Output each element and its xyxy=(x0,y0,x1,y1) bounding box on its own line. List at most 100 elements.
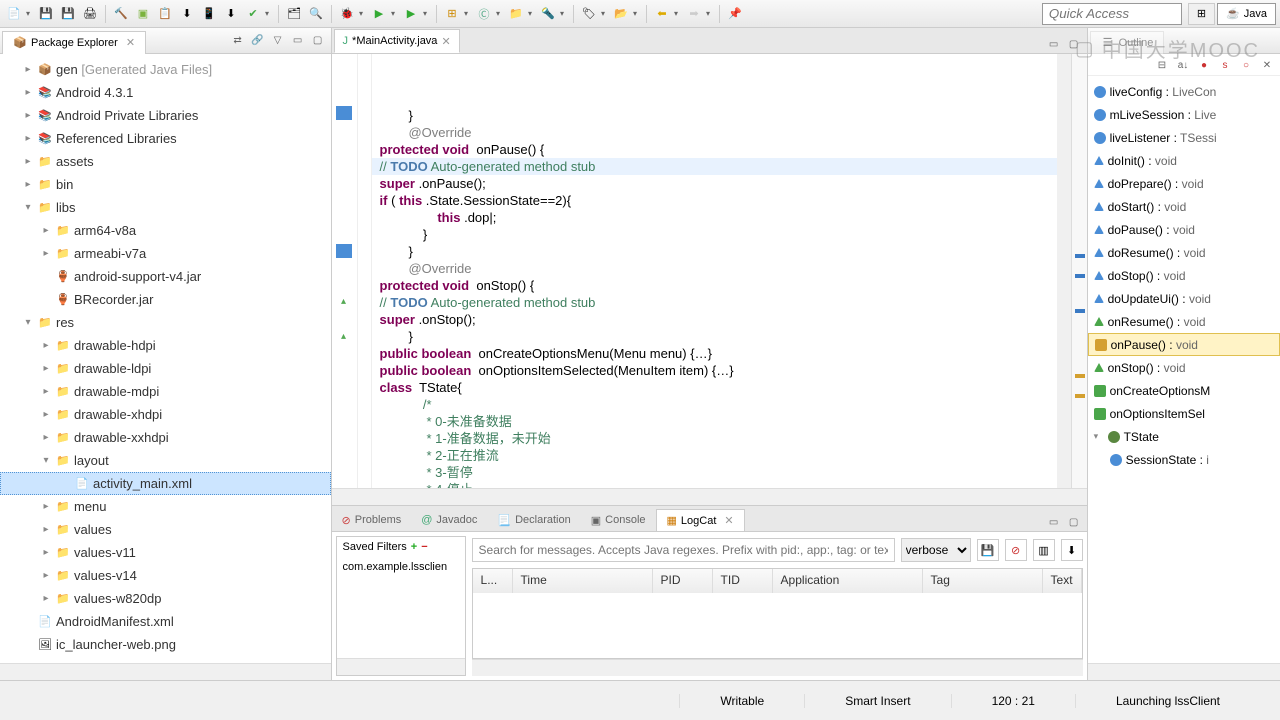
tree-node[interactable]: ▸📁drawable-xxhdpi xyxy=(0,426,331,449)
open-perspective-button[interactable]: ⊞ xyxy=(1188,3,1215,25)
tree-node[interactable]: ▸📁armeabi-v7a xyxy=(0,242,331,265)
hide-local-icon[interactable]: ✕ xyxy=(1258,56,1276,74)
hide-fields-icon[interactable]: ● xyxy=(1195,56,1213,74)
quick-access-input[interactable] xyxy=(1042,3,1182,25)
tree-node[interactable]: 📄AndroidManifest.xml xyxy=(0,610,331,633)
maximize-icon[interactable]: ▢ xyxy=(1065,513,1083,531)
minimize-icon[interactable]: ▭ xyxy=(1045,35,1063,53)
forward-icon[interactable]: ➡ xyxy=(684,4,704,24)
hide-static-icon[interactable]: s xyxy=(1216,56,1234,74)
horizontal-scrollbar[interactable] xyxy=(332,488,1087,505)
logcat-search-input[interactable] xyxy=(472,538,895,562)
col-tag[interactable]: Tag xyxy=(923,569,1043,593)
outline-item[interactable]: SessionState : i xyxy=(1088,448,1280,471)
col-tid[interactable]: TID xyxy=(713,569,773,593)
java-perspective-button[interactable]: ☕ Java xyxy=(1217,3,1276,25)
print-icon[interactable]: 🖨 xyxy=(80,4,100,24)
outline-item[interactable]: ▾TState xyxy=(1088,425,1280,448)
sdk-icon[interactable]: ⬇ xyxy=(177,4,197,24)
run-icon[interactable]: ▶ xyxy=(369,4,389,24)
tab-problems[interactable]: ⊘Problems xyxy=(332,509,412,531)
avd-icon[interactable]: 📱 xyxy=(199,4,219,24)
log-level-select[interactable]: verbose xyxy=(901,538,971,562)
tree-node[interactable]: ▸📁drawable-hdpi xyxy=(0,334,331,357)
tree-node[interactable]: ▸📁drawable-ldpi xyxy=(0,357,331,380)
check-icon[interactable]: ✔ xyxy=(243,4,263,24)
editor-tab-mainactivity[interactable]: J *MainActivity.java ✕ xyxy=(334,29,460,53)
tab-declaration[interactable]: 📃Declaration xyxy=(487,509,580,531)
folding-ruler[interactable] xyxy=(358,54,372,488)
outline-item[interactable]: doPause() : void xyxy=(1088,218,1280,241)
outline-item[interactable]: onStop() : void xyxy=(1088,356,1280,379)
close-icon[interactable]: ✕ xyxy=(724,514,733,527)
tree-node[interactable]: ▸📁bin xyxy=(0,173,331,196)
tree-node[interactable]: ▾📁layout xyxy=(0,449,331,472)
horizontal-scrollbar[interactable] xyxy=(472,659,1083,676)
open-task-icon[interactable]: 🗂 xyxy=(284,4,304,24)
zoom-icon[interactable]: 🔍 xyxy=(306,4,326,24)
hide-nonpublic-icon[interactable]: ○ xyxy=(1237,56,1255,74)
tree-node[interactable]: ▾📁libs xyxy=(0,196,331,219)
outline-item[interactable]: mLiveSession : Live xyxy=(1088,103,1280,126)
tab-console[interactable]: ▣Console xyxy=(581,509,656,531)
lint-icon[interactable]: 📋 xyxy=(155,4,175,24)
vertical-scrollbar[interactable] xyxy=(1057,54,1071,488)
package-explorer-tab[interactable]: 📦 Package Explorer ✕ xyxy=(2,31,146,54)
tree-node[interactable]: ▸📁drawable-xhdpi xyxy=(0,403,331,426)
tree-node[interactable]: 🏺android-support-v4.jar xyxy=(0,265,331,288)
col-app[interactable]: Application xyxy=(773,569,923,593)
col-level[interactable]: L... xyxy=(473,569,513,593)
outline-item[interactable]: doInit() : void xyxy=(1088,149,1280,172)
package-tree[interactable]: ▸📦gen [Generated Java Files]▸📚Android 4.… xyxy=(0,54,331,663)
display-icon[interactable]: ▥ xyxy=(1033,539,1055,561)
outline-tab[interactable]: ☰ Outline xyxy=(1090,31,1165,54)
col-text[interactable]: Text xyxy=(1043,569,1082,593)
outline-item[interactable]: doUpdateUi() : void xyxy=(1088,287,1280,310)
outline-tree[interactable]: liveConfig : LiveConmLiveSession : Livel… xyxy=(1088,76,1280,663)
scroll-lock-icon[interactable]: ⬇ xyxy=(1061,539,1083,561)
pin-icon[interactable]: 📌 xyxy=(725,4,745,24)
link-editor-icon[interactable]: 🔗 xyxy=(249,32,267,50)
close-icon[interactable]: ✕ xyxy=(441,35,450,48)
maximize-icon[interactable]: ▢ xyxy=(1065,35,1083,53)
save-icon[interactable]: 💾 xyxy=(36,4,56,24)
outline-item[interactable]: doStart() : void xyxy=(1088,195,1280,218)
back-icon[interactable]: ⬅ xyxy=(652,4,672,24)
tree-node[interactable]: ▸📁values xyxy=(0,518,331,541)
code-editor[interactable]: ▴ ▴ } @Overrideprotected void onPause() … xyxy=(332,54,1087,488)
tree-node[interactable]: ▸📁values-w820dp xyxy=(0,587,331,610)
tree-node[interactable]: 📄activity_main.xml xyxy=(0,472,331,495)
new-class-icon[interactable]: Ⓒ xyxy=(474,4,494,24)
new-folder-icon[interactable]: 📁 xyxy=(506,4,526,24)
tree-node[interactable]: ▸📁assets xyxy=(0,150,331,173)
run-last-icon[interactable]: ▶ xyxy=(401,4,421,24)
outline-item[interactable]: liveConfig : LiveCon xyxy=(1088,80,1280,103)
tree-node[interactable]: ▸📁arm64-v8a xyxy=(0,219,331,242)
ndk-icon[interactable]: ⬇ xyxy=(221,4,241,24)
tree-node[interactable]: 🏺BRecorder.jar xyxy=(0,288,331,311)
build-icon[interactable]: 🔨 xyxy=(111,4,131,24)
tab-logcat[interactable]: ▦LogCat ✕ xyxy=(656,509,745,531)
debug-icon[interactable]: 🐞 xyxy=(337,4,357,24)
outline-item[interactable]: liveListener : TSessi xyxy=(1088,126,1280,149)
tree-node[interactable]: ▸📁values-v14 xyxy=(0,564,331,587)
tab-javadoc[interactable]: @Javadoc xyxy=(411,509,487,531)
close-icon[interactable]: ✕ xyxy=(126,36,135,49)
filter-item[interactable]: com.example.lssclien xyxy=(337,557,465,577)
save-all-icon[interactable]: 💾 xyxy=(58,4,78,24)
tree-node[interactable]: ▸📁menu xyxy=(0,495,331,518)
open-type-icon[interactable]: 🏷 xyxy=(579,4,599,24)
outline-item[interactable]: doResume() : void xyxy=(1088,241,1280,264)
az-icon[interactable]: a↓ xyxy=(1174,56,1192,74)
tree-node[interactable]: 🖼ic_launcher-web.png xyxy=(0,633,331,656)
horizontal-scrollbar[interactable] xyxy=(1088,663,1280,680)
tree-node[interactable]: ▸📦gen [Generated Java Files] xyxy=(0,58,331,81)
open-resource-icon[interactable]: 📂 xyxy=(611,4,631,24)
horizontal-scrollbar[interactable] xyxy=(0,663,331,680)
new-icon[interactable]: 📄 xyxy=(4,4,24,24)
overview-ruler[interactable] xyxy=(1071,54,1087,488)
minimize-icon[interactable]: ▭ xyxy=(1045,513,1063,531)
outline-item[interactable]: onPause() : void xyxy=(1088,333,1280,356)
view-menu-icon[interactable]: ▽ xyxy=(269,32,287,50)
outline-item[interactable]: onOptionsItemSel xyxy=(1088,402,1280,425)
